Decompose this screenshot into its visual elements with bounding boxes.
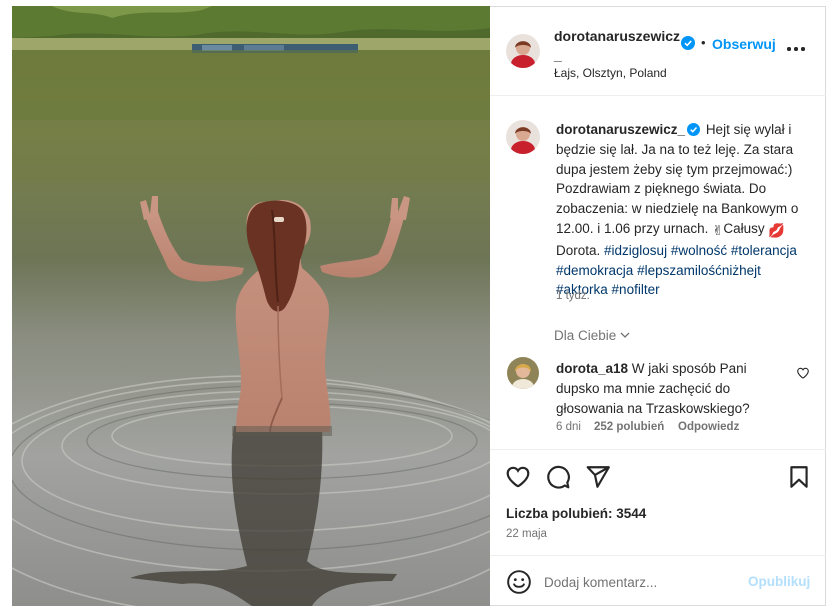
caption-username[interactable]: dorotanaruszewicz_	[556, 122, 685, 137]
publish-comment-button[interactable]: Opublikuj	[748, 574, 810, 589]
caption-text: Hejt się wylał i będzie się lał. Ja na t…	[556, 122, 799, 236]
lake-photo	[12, 6, 490, 606]
comment-age[interactable]: 6 dni	[556, 421, 581, 433]
heart-icon[interactable]	[505, 464, 531, 490]
hashtag-link[interactable]: #tolerancja	[731, 243, 797, 258]
post-date[interactable]: 22 maja	[506, 528, 547, 540]
verified-badge-icon	[681, 36, 695, 50]
comment: dorota_a18 W jaki sposób Pani dupsko ma …	[556, 359, 778, 418]
chevron-down-icon	[620, 332, 630, 338]
follow-button[interactable]: Obserwuj	[712, 36, 776, 52]
post-location[interactable]: Łajs, Olsztyn, Poland	[554, 66, 667, 80]
share-icon[interactable]	[585, 464, 611, 490]
caption-author-avatar[interactable]	[506, 120, 540, 154]
instagram-post: dorotanaruszewicz _ • Obserwuj Łajs, Ols…	[0, 0, 835, 610]
reply-button[interactable]: Odpowiedz	[678, 421, 739, 433]
author-username[interactable]: dorotanaruszewicz	[554, 28, 680, 44]
verified-badge-icon	[687, 123, 701, 136]
victory-hand-emoji: ✌	[712, 222, 724, 238]
for-you-label: Dla Ciebie	[554, 328, 617, 343]
author-avatar[interactable]	[506, 34, 540, 68]
caption-text: Całusy	[723, 220, 769, 236]
comment-likes-count[interactable]: 252 polubień	[594, 421, 664, 433]
emoji-picker-icon[interactable]	[506, 569, 532, 595]
add-comment-bar: Opublikuj	[490, 555, 826, 607]
for-you-toggle[interactable]: Dla Ciebie	[554, 328, 630, 343]
author-username-suffix[interactable]: _	[554, 47, 562, 63]
post-actions: Liczba polubień: 3544 22 maja	[490, 449, 826, 555]
comment-username[interactable]: dorota_a18	[556, 361, 628, 376]
post-caption: dorotanaruszewicz_ Hejt się wylał i będz…	[556, 120, 814, 300]
hashtag-link[interactable]: #wolność	[671, 243, 727, 258]
comment-icon[interactable]	[545, 464, 571, 490]
bookmark-icon[interactable]	[786, 464, 812, 490]
more-options-icon[interactable]	[786, 39, 806, 57]
post-header: dorotanaruszewicz _ • Obserwuj Łajs, Ols…	[490, 7, 826, 96]
hashtag-link[interactable]: #lepszamilośćniżhejt	[637, 263, 761, 278]
post-side-panel: dorotanaruszewicz _ • Obserwuj Łajs, Ols…	[490, 6, 826, 606]
commenter-avatar[interactable]	[507, 357, 539, 389]
kiss-lips-emoji: 💋	[768, 222, 786, 238]
like-comment-heart-icon[interactable]	[796, 366, 810, 380]
add-comment-input[interactable]	[544, 571, 744, 593]
hashtag-link[interactable]: #nofilter	[612, 282, 660, 297]
likes-count[interactable]: Liczba polubień: 3544	[506, 506, 646, 521]
separator-dot: •	[701, 35, 706, 50]
caption-text: Dorota.	[556, 242, 605, 258]
hashtag-link[interactable]: #demokracja	[556, 263, 633, 278]
caption-timestamp[interactable]: 1 tydz.	[556, 290, 590, 302]
post-photo[interactable]	[12, 6, 490, 606]
hashtag-link[interactable]: #idziglosuj	[604, 243, 667, 258]
